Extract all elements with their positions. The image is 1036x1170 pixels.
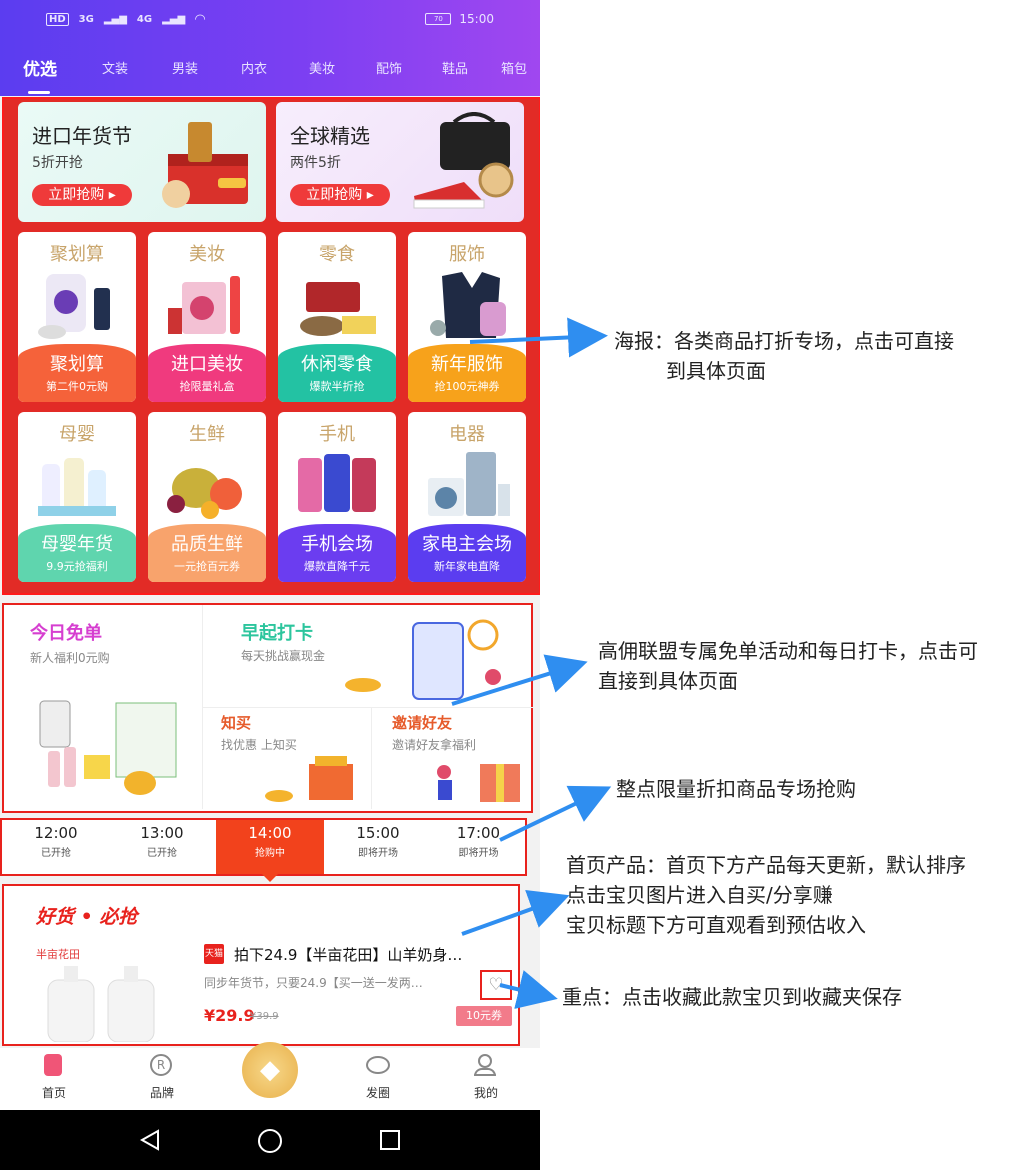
annotation-favorite: 重点：点击收藏此款宝贝到收藏夹保存 [562, 985, 902, 1009]
arrow-poster [469, 317, 608, 358]
annotation-flash: 整点限量折扣商品专场抢购 [616, 777, 856, 801]
arrow-flash [499, 785, 612, 842]
annotation-poster: 海报：各类商品打折专场，点击可直接 到具体页面 [614, 326, 954, 386]
annotation-line: 高佣联盟专属免单活动和每日打卡，点击可 [598, 639, 978, 663]
annotation-line: 点击宝贝图片进入自买/分享赚 [566, 883, 833, 907]
annotation-activity: 高佣联盟专属免单活动和每日打卡，点击可 直接到具体页面 [598, 636, 978, 696]
arrow-product [461, 890, 570, 936]
annotation-product: 首页产品：首页下方产品每天更新，默认排序 点击宝贝图片进入自买/分享赚 宝贝标题… [566, 850, 966, 940]
annotation-line: 宝贝标题下方可直观看到预估收入 [566, 913, 866, 937]
annotation-line: 海报：各类商品打折专场，点击可直接 [614, 329, 954, 353]
arrow-activity [451, 654, 588, 706]
annotation-line: 首页产品：首页下方产品每天更新，默认排序 [566, 853, 966, 877]
annotation-line: 直接到具体页面 [598, 669, 738, 693]
arrow-favorite [499, 970, 558, 1009]
annotation-line: 到具体页面 [666, 359, 766, 383]
